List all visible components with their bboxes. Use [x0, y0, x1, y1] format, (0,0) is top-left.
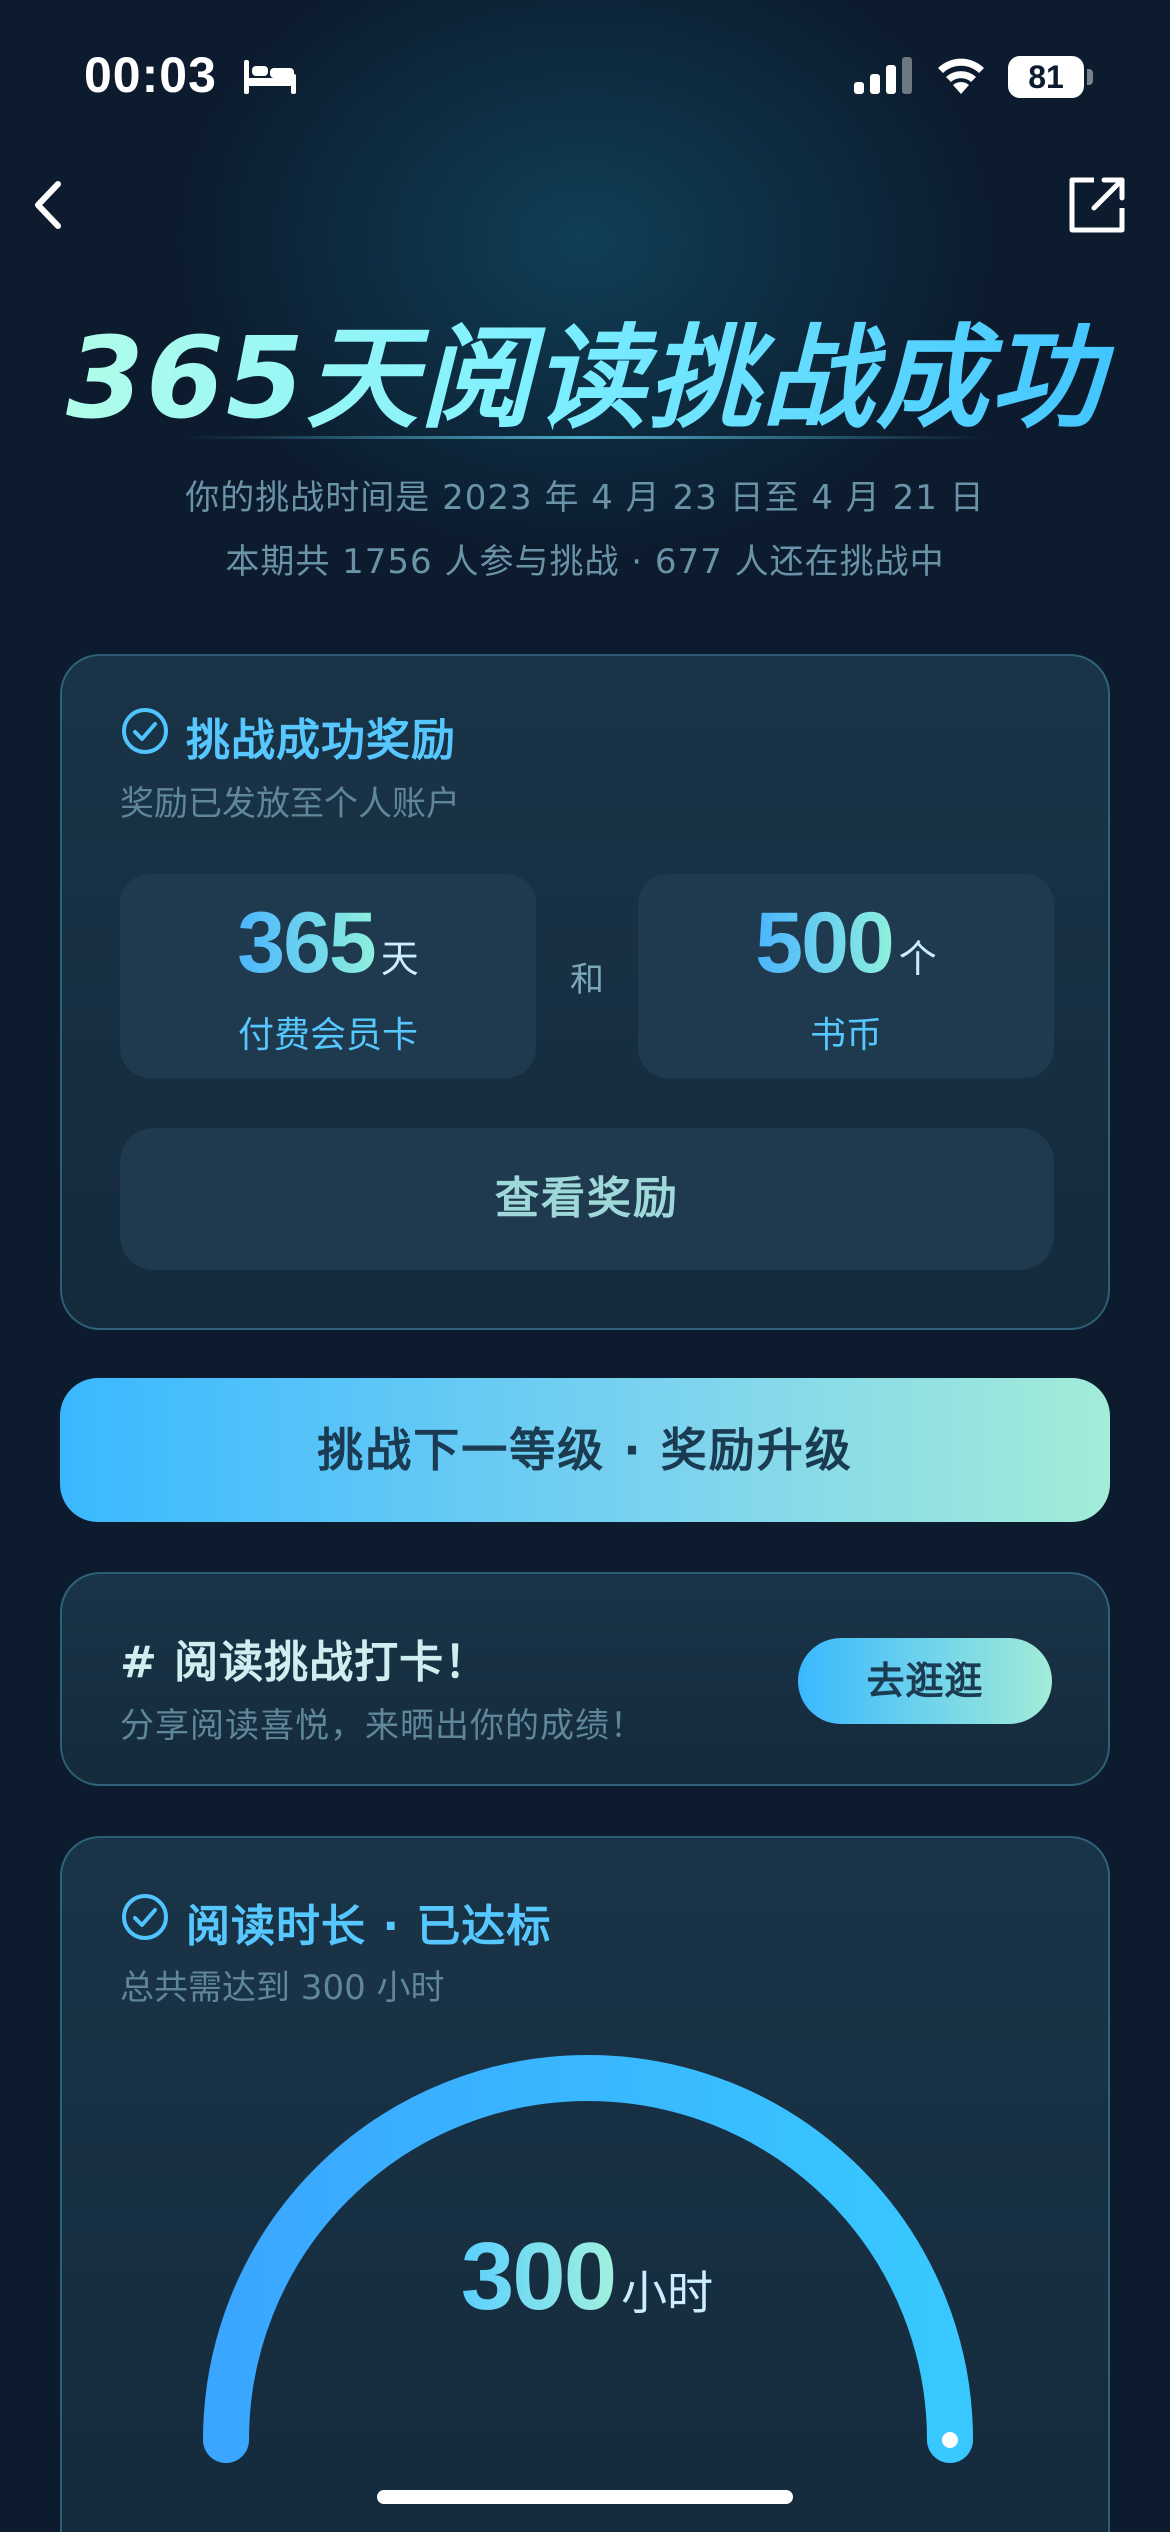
share-external-icon[interactable] [1064, 172, 1130, 238]
go-browse-button[interactable]: 去逛逛 [798, 1638, 1052, 1724]
gauge-end-dot [942, 2432, 958, 2448]
upgrade-challenge-button[interactable]: 挑战下一等级 · 奖励升级 [60, 1378, 1110, 1522]
checkin-card: # 阅读挑战打卡！ 分享阅读喜悦，来晒出你的成绩！ 去逛逛 [60, 1572, 1110, 1786]
reward-item-membership: 365 天 付费会员卡 [120, 874, 536, 1078]
view-reward-button[interactable]: 查看奖励 [120, 1128, 1054, 1270]
reward-unit: 天 [380, 937, 419, 981]
chevron-left-icon[interactable] [18, 170, 88, 240]
challenge-period: 你的挑战时间是 2023 年 4 月 23 日至 4 月 21 日 [185, 478, 985, 518]
hero-title: 365天阅读挑战成功 [0, 288, 1170, 450]
status-bar: 00:03 81 [0, 0, 1170, 150]
reward-card-title: 挑战成功奖励 [186, 715, 456, 766]
participant-stats: 本期共 1756 人参与挑战 · 677 人还在挑战中 [225, 542, 945, 582]
battery-icon: 81 [1008, 56, 1093, 98]
duration-value: 300 小时 [62, 2222, 1112, 2332]
reward-card-subtitle: 奖励已发放至个人账户 [120, 784, 460, 824]
reward-number: 500 [755, 895, 894, 991]
reward-value: 500 个 [638, 894, 1054, 993]
battery-level: 81 [1008, 56, 1084, 98]
reward-item-coins: 500 个 书币 [638, 874, 1054, 1078]
reading-duration-card: 阅读时长 · 已达标 总共需达到 300 小时 300 小时 [60, 1836, 1110, 2532]
duration-card-title: 阅读时长 · 已达标 [186, 1901, 552, 1952]
bed-icon [244, 60, 296, 94]
wifi-icon [938, 58, 984, 94]
home-indicator[interactable] [377, 2490, 793, 2504]
hero-divider [182, 436, 988, 439]
status-time: 00:03 [84, 47, 217, 103]
checkin-subtitle: 分享阅读喜悦，来晒出你的成绩！ [120, 1706, 645, 1746]
check-circle-icon [122, 1894, 168, 1940]
reward-card: 挑战成功奖励 奖励已发放至个人账户 365 天 付费会员卡 和 500 个 书币 查… [60, 654, 1110, 1330]
duration-card-subtitle: 总共需达到 300 小时 [120, 1968, 445, 2008]
reward-unit: 个 [898, 937, 937, 981]
signal-icon [854, 57, 912, 94]
reward-value: 365 天 [120, 894, 536, 993]
reward-number: 365 [237, 895, 376, 991]
reward-label: 付费会员卡 [237, 1015, 418, 1056]
check-circle-icon [122, 708, 168, 754]
and-separator: 和 [570, 960, 604, 1000]
duration-number: 300 [460, 2223, 617, 2330]
battery-cap [1087, 69, 1093, 85]
duration-unit: 小时 [621, 2266, 714, 2320]
checkin-title: # 阅读挑战打卡！ [120, 1637, 490, 1688]
reward-label: 书币 [809, 1015, 882, 1056]
